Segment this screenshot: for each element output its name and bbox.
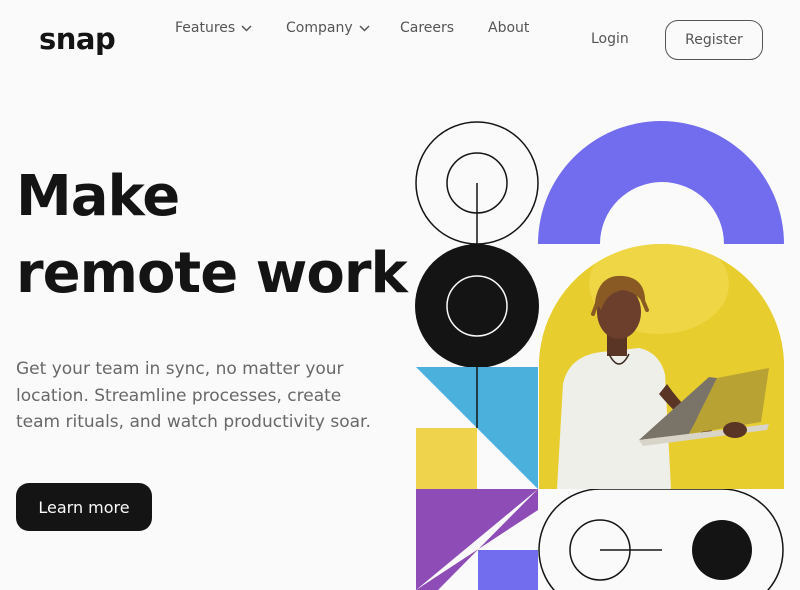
black-dot-shape xyxy=(692,520,752,580)
register-button[interactable]: Register xyxy=(665,20,763,60)
nav-item-features[interactable]: Features xyxy=(175,17,252,39)
yellow-square-shape xyxy=(416,428,477,489)
hero-illustration xyxy=(414,120,800,590)
nav-item-careers[interactable]: Careers xyxy=(400,17,454,39)
hero-title: Make remote work xyxy=(16,158,416,312)
chevron-down-icon xyxy=(359,24,370,32)
nav-item-label: Company xyxy=(286,20,353,36)
chevron-down-icon xyxy=(241,24,252,32)
person-with-laptop-image xyxy=(539,244,784,489)
black-circle-shape xyxy=(415,244,539,368)
nav-item-about[interactable]: About xyxy=(488,17,529,39)
hero-description: Get your team in sync, no matter your lo… xyxy=(16,359,371,432)
nav-item-company[interactable]: Company xyxy=(286,17,370,39)
purple-rect-shape xyxy=(478,550,538,590)
hero-photo xyxy=(539,244,784,489)
nav-item-label: Features xyxy=(175,20,236,36)
hero-title-line: Make xyxy=(16,164,180,229)
learn-more-button[interactable]: Learn more xyxy=(16,483,152,531)
nav-item-label: Careers xyxy=(400,20,455,36)
hero-title-line: remote work xyxy=(16,241,408,306)
login-link[interactable]: Login xyxy=(591,28,629,50)
purple-arch-shape xyxy=(538,121,784,244)
nav-item-label: About xyxy=(488,20,530,36)
logo[interactable]: snap xyxy=(39,21,116,57)
